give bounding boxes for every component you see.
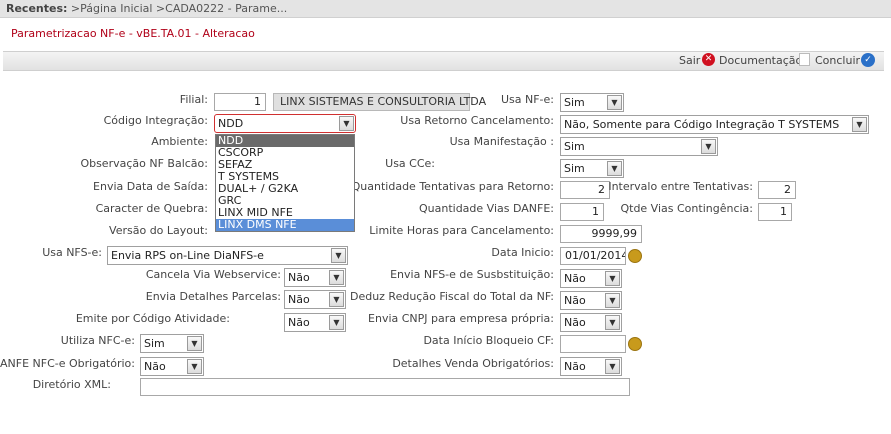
emite-por-codigo-atividade-select[interactable]: Não ▼ [284, 313, 346, 332]
utiliza-nfce-label: Utiliza NFC-e: [60, 334, 135, 347]
check-circle-icon[interactable]: ✓ [861, 53, 875, 67]
data-inicio-label: Data Inicio: [491, 246, 554, 259]
usa-nfe-value: Sim [564, 96, 585, 109]
intervalo-tentativas-input[interactable]: 2 [758, 181, 796, 199]
emite-por-codigo-atividade-value: Não [288, 316, 310, 329]
envia-cnpj-empresa-propria-label: Envia CNPJ para empresa própria: [368, 312, 554, 325]
envia-cnpj-empresa-propria-select[interactable]: Não ▼ [560, 313, 622, 332]
recent-path[interactable]: >Página Inicial >CADA0222 - Parame... [71, 2, 287, 15]
chevron-down-icon[interactable]: ▼ [607, 161, 622, 176]
envia-nfse-substituicao-value: Não [564, 272, 586, 285]
envia-detalhes-parcelas-label: Envia Detalhes Parcelas: [145, 290, 281, 303]
intervalo-tentativas-label: Intervalo entre Tentativas: [608, 180, 753, 193]
chevron-down-icon[interactable]: ▼ [605, 315, 620, 330]
chevron-down-icon[interactable]: ▼ [187, 359, 202, 374]
concluir-button[interactable]: Concluir [815, 54, 860, 67]
qtd-tentativas-retorno-label: Quantidade Tentativas para Retorno: [351, 180, 554, 193]
usa-cce-select[interactable]: Sim ▼ [560, 159, 624, 178]
usa-manifestacao-value: Sim [564, 140, 585, 153]
versao-layout-label: Versão do Layout: [109, 224, 208, 237]
filial-label: Filial: [179, 93, 208, 106]
usa-manifestacao-label: Usa Manifestação : [449, 135, 554, 148]
codigo-integracao-value: NDD [218, 117, 244, 130]
calendar-icon[interactable] [628, 249, 642, 263]
usa-nfse-value: Envia RPS on-Line DiaNFS-e [111, 249, 264, 262]
chevron-down-icon[interactable]: ▼ [339, 116, 354, 131]
filial-input[interactable]: 1 [214, 93, 266, 111]
chevron-down-icon[interactable]: ▼ [701, 139, 716, 154]
limite-horas-cancelamento-input[interactable]: 9999,99 [560, 225, 642, 243]
deduz-reducao-fiscal-value: Não [564, 294, 586, 307]
chevron-down-icon[interactable]: ▼ [329, 292, 344, 307]
qtd-tentativas-retorno-input[interactable]: 2 [560, 181, 610, 199]
envia-nfse-substituicao-label: Envia NFS-e de Susbstituição: [390, 268, 554, 281]
sair-button[interactable]: Sair [679, 54, 700, 67]
usa-retorno-cancelamento-select[interactable]: Não, Somente para Código Integração T SY… [560, 115, 869, 134]
usa-nfse-select[interactable]: Envia RPS on-Line DiaNFS-e ▼ [107, 246, 348, 265]
envia-nfse-substituicao-select[interactable]: Não ▼ [560, 269, 622, 288]
usa-nfe-label: Usa NF-e: [500, 93, 554, 106]
cancela-via-webservice-select[interactable]: Não ▼ [284, 268, 346, 287]
caracter-quebra-label: Caracter de Quebra: [95, 202, 208, 215]
qtde-vias-contingencia-label: Qtde Vias Contingência: [620, 202, 753, 215]
envia-cnpj-empresa-propria-value: Não [564, 316, 586, 329]
diretorio-xml-label: Diretório XML: [32, 378, 111, 391]
danfe-nfce-obrigatorio-label: DANFE NFC-e Obrigatório: [0, 357, 135, 370]
limite-horas-cancelamento-label: Limite Horas para Cancelamento: [369, 224, 554, 237]
chevron-down-icon[interactable]: ▼ [605, 293, 620, 308]
dropdown-option[interactable]: LINX DMS NFE [216, 219, 354, 231]
qtde-vias-contingencia-input[interactable]: 1 [758, 203, 792, 221]
chevron-down-icon[interactable]: ▼ [607, 95, 622, 110]
calendar-icon[interactable] [628, 337, 642, 351]
data-inicio-input[interactable]: 01/01/2014 [560, 247, 626, 265]
usa-cce-label: Usa CCe: [385, 157, 435, 170]
usa-cce-value: Sim [564, 162, 585, 175]
envia-detalhes-parcelas-select[interactable]: Não ▼ [284, 290, 346, 309]
qtd-vias-danfe-label: Quantidade Vias DANFE: [418, 202, 554, 215]
danfe-nfce-obrigatorio-select[interactable]: Não ▼ [140, 357, 204, 376]
chevron-down-icon[interactable]: ▼ [852, 117, 867, 132]
documentacao-button[interactable]: Documentação [719, 54, 802, 67]
codigo-integracao-dropdown-list: NDD CSCORP SEFAZ T SYSTEMS DUAL+ / G2KA … [215, 134, 355, 232]
data-inicio-bloqueio-cf-input[interactable] [560, 335, 626, 353]
filial-name: LINX SISTEMAS E CONSULTORIA LTDA [273, 93, 486, 111]
cancela-via-webservice-value: Não [288, 271, 310, 284]
chevron-down-icon[interactable]: ▼ [331, 248, 346, 263]
emite-por-codigo-atividade-label: Emite por Código Atividade: [75, 312, 230, 325]
chevron-down-icon[interactable]: ▼ [187, 336, 202, 351]
qtd-vias-danfe-input[interactable]: 1 [560, 203, 604, 221]
ambiente-label: Ambiente: [151, 135, 208, 148]
utiliza-nfce-select[interactable]: Sim ▼ [140, 334, 204, 353]
detalhes-venda-obrigatorios-select[interactable]: Não ▼ [560, 357, 622, 376]
utiliza-nfce-value: Sim [144, 337, 165, 350]
cancela-via-webservice-label: Cancela Via Webservice: [145, 268, 281, 281]
diretorio-xml-input[interactable] [140, 378, 630, 396]
deduz-reducao-fiscal-select[interactable]: Não ▼ [560, 291, 622, 310]
deduz-reducao-fiscal-label: Deduz Redução Fiscal do Total da NF: [349, 290, 554, 303]
envia-detalhes-parcelas-value: Não [288, 293, 310, 306]
recent-label: Recentes: [6, 2, 68, 15]
codigo-integracao-select[interactable]: NDD ▼ [214, 114, 356, 133]
danfe-nfce-obrigatorio-value: Não [144, 360, 166, 373]
observacao-nf-balcao-label: Observação NF Balcão: [80, 157, 208, 170]
page-title: Parametrizacao NF-e - vBE.TA.01 - Altera… [11, 27, 255, 40]
envia-data-saida-label: Envia Data de Saída: [93, 180, 208, 193]
usa-manifestacao-select[interactable]: Sim ▼ [560, 137, 718, 156]
detalhes-venda-obrigatorios-label: Detalhes Venda Obrigatórios: [392, 357, 554, 370]
close-red-icon[interactable]: ✕ [702, 53, 715, 66]
usa-nfse-label: Usa NFS-e: [42, 246, 102, 259]
recent-bar: Recentes: >Página Inicial >CADA0222 - Pa… [0, 0, 891, 18]
chevron-down-icon[interactable]: ▼ [329, 315, 344, 330]
data-inicio-bloqueio-cf-label: Data Início Bloqueio CF: [423, 334, 554, 347]
chevron-down-icon[interactable]: ▼ [605, 271, 620, 286]
usa-retorno-cancelamento-value: Não, Somente para Código Integração T SY… [564, 118, 840, 131]
chevron-down-icon[interactable]: ▼ [605, 359, 620, 374]
usa-retorno-cancelamento-label: Usa Retorno Cancelamento: [400, 114, 554, 127]
chevron-down-icon[interactable]: ▼ [329, 270, 344, 285]
usa-nfe-select[interactable]: Sim ▼ [560, 93, 624, 112]
document-icon[interactable] [799, 53, 810, 66]
detalhes-venda-obrigatorios-value: Não [564, 360, 586, 373]
codigo-integracao-label: Código Integração: [103, 114, 208, 127]
